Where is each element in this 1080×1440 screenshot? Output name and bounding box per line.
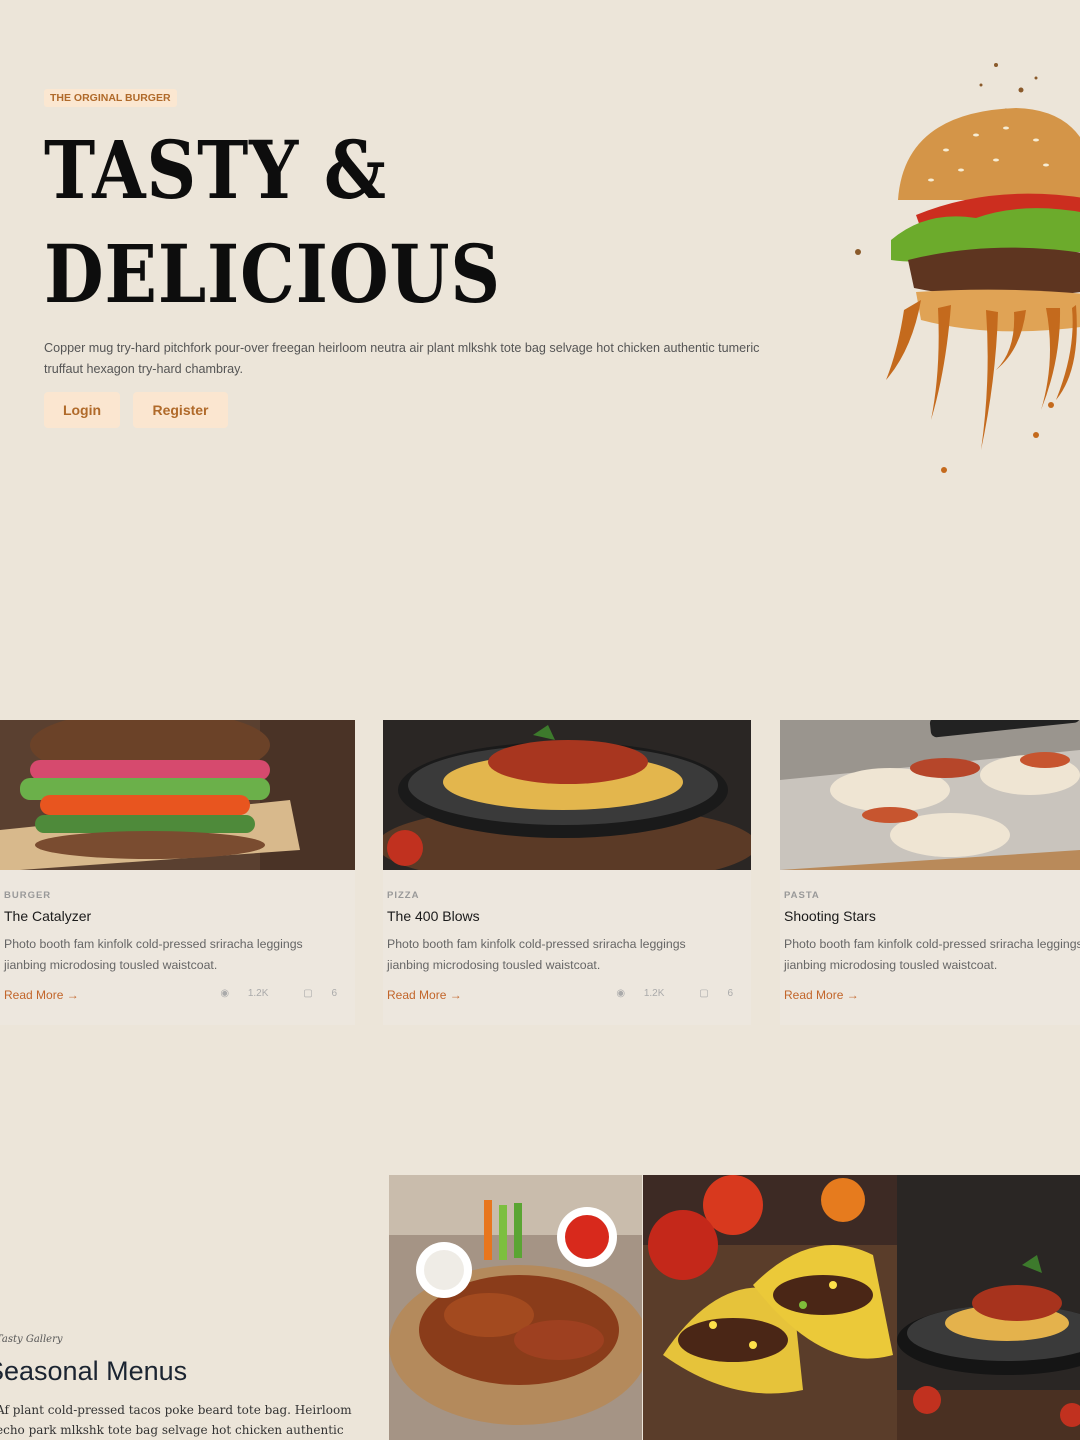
comments-count: ▢ 6 (303, 988, 337, 999)
gallery-title: Seasonal Menus (0, 1356, 188, 1386)
eye-icon: ◉ (220, 988, 230, 999)
card-category: PASTA (784, 890, 820, 901)
arrow-right-icon: → (846, 988, 859, 1002)
comment-icon: ▢ (699, 988, 709, 999)
card-title: The 400 Blows (387, 908, 480, 924)
gallery-image-pasta[interactable] (897, 1175, 1080, 1440)
card-title: The Catalyzer (4, 908, 92, 924)
arrow-right-icon: → (66, 988, 79, 1002)
comment-icon: ▢ (303, 988, 313, 999)
card-description: Photo booth fam kinfolk cold-pressed sri… (4, 937, 303, 972)
burger-image (855, 63, 1080, 473)
card-category: PIZZA (387, 890, 420, 901)
views-count: ◉ 1.2K (220, 988, 269, 999)
login-button[interactable]: Login (44, 392, 120, 428)
recipe-card[interactable]: BURGER The Catalyzer Photo booth fam kin… (0, 720, 355, 1025)
card-description: Photo booth fam kinfolk cold-pressed sri… (387, 937, 686, 972)
gallery-description: Af plant cold-pressed tacos poke beard t… (0, 1403, 352, 1437)
gallery-subtitle: Tasty Gallery (0, 1334, 63, 1345)
hero-title: TASTY & DELICIOUS (44, 118, 501, 326)
gallery-image-tacos[interactable] (643, 1175, 897, 1440)
hero-title-line1: TASTY & (44, 123, 387, 217)
read-more-link[interactable]: Read More → (784, 988, 859, 1002)
gallery-image-wings[interactable] (389, 1175, 642, 1440)
card-title: Shooting Stars (784, 908, 876, 924)
read-more-link[interactable]: Read More → (387, 988, 462, 1002)
arrow-right-icon: → (449, 988, 462, 1002)
recipe-card[interactable]: PASTA Shooting Stars Photo booth fam kin… (780, 720, 1080, 1025)
hero-title-line2: DELICIOUS (44, 227, 501, 321)
card-image (383, 720, 751, 870)
hero-tag: THE ORGINAL BURGER (44, 89, 177, 107)
eye-icon: ◉ (616, 988, 626, 999)
views-count: ◉ 1.2K (616, 988, 665, 999)
hero-description: Copper mug try-hard pitchfork pour-over … (44, 340, 760, 376)
register-button[interactable]: Register (133, 392, 228, 428)
card-image (780, 720, 1080, 870)
read-more-link[interactable]: Read More → (4, 988, 79, 1002)
comments-count: ▢ 6 (699, 988, 733, 999)
recipe-card[interactable]: PIZZA The 400 Blows Photo booth fam kinf… (383, 720, 751, 1025)
card-image (0, 720, 355, 870)
card-description: Photo booth fam kinfolk cold-pressed sri… (784, 937, 1080, 972)
hero-section: THE ORGINAL BURGER TASTY & DELICIOUS Cop… (0, 0, 1080, 700)
card-category: BURGER (4, 890, 52, 901)
